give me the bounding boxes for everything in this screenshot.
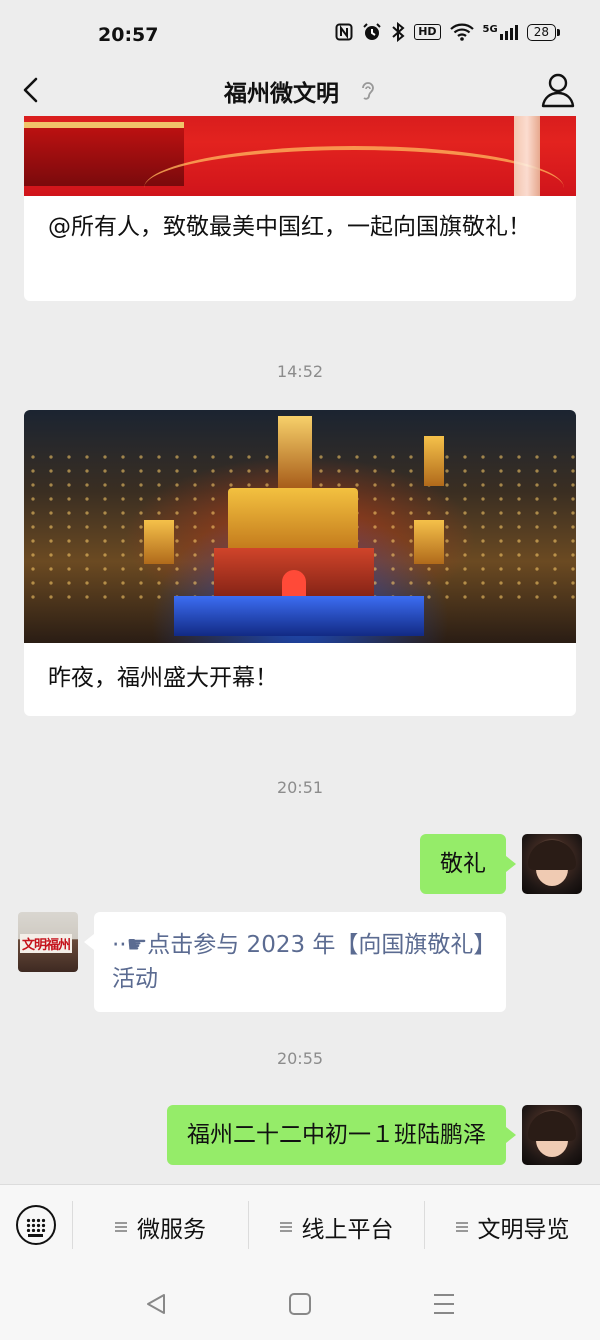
my-avatar[interactable] [522, 834, 582, 894]
article-card-1-title: @所有人，致敬最美中国红，一起向国旗敬礼！ [48, 214, 531, 240]
official-reply-link[interactable]: 点击参与 2023 年【向国旗敬礼】活动 [112, 932, 485, 992]
official-reply-bubble[interactable]: ··☛点击参与 2023 年【向国旗敬礼】活动 [84, 912, 506, 1012]
signal-5g-icon: 5G [483, 24, 518, 40]
status-time: 20:57 [98, 24, 159, 46]
chat-title: 福州微文明 [223, 81, 339, 107]
keyboard-icon[interactable] [16, 1205, 56, 1245]
official-account-menu: 微服务 线上平台 文明导览 [0, 1184, 600, 1269]
wifi-icon [449, 23, 474, 41]
menu-lines-icon [279, 1221, 292, 1233]
menu-lines-icon [115, 1221, 127, 1233]
battery-indicator: 28 [526, 23, 561, 41]
pointing-hand-icon: ··☛ [112, 932, 148, 958]
recents-menu-icon[interactable] [430, 1290, 458, 1318]
official-avatar[interactable]: 文明福州 [18, 912, 78, 972]
status-bar: 20:57 HD 5G 28 [0, 0, 600, 66]
profile-icon[interactable] [538, 70, 578, 110]
earpiece-icon [362, 82, 374, 100]
timestamp-1: 14:52 [276, 362, 324, 381]
menu-item-services[interactable]: 微服务 [73, 1185, 248, 1269]
my-message-bubble[interactable]: 敬礼 [420, 834, 516, 894]
official-avatar-sign: 文明福州 [20, 934, 73, 953]
article-card-2-title: 昨夜，福州盛大开幕！ [48, 665, 278, 691]
status-icons: HD 5G 28 [335, 22, 561, 42]
chat-header: 福州微文明 [0, 66, 600, 116]
home-square-icon[interactable] [286, 1290, 314, 1318]
article-card-2[interactable]: 昨夜，福州盛大开幕！ [24, 410, 576, 716]
menu-lines-icon [455, 1221, 468, 1233]
my-message-bubble-2[interactable]: 福州二十二中初一１班陆鹏泽 [167, 1105, 516, 1165]
bluetooth-icon [392, 22, 405, 42]
system-navigation-bar [0, 1268, 600, 1340]
my-avatar-2[interactable] [522, 1105, 582, 1165]
timestamp-3: 20:55 [276, 1049, 324, 1068]
timestamp-2: 20:51 [276, 778, 324, 797]
article-card-1[interactable]: @所有人，致敬最美中国红，一起向国旗敬礼！ [24, 116, 576, 301]
alarm-icon [363, 23, 381, 40]
hd-icon: HD [414, 24, 441, 40]
nfc-icon [335, 23, 353, 41]
article-banner-image [24, 116, 576, 196]
back-triangle-icon[interactable] [143, 1290, 171, 1318]
menu-item-civilization-guide[interactable]: 文明导览 [425, 1185, 600, 1269]
menu-item-online-platform[interactable]: 线上平台 [249, 1185, 424, 1269]
article-night-image [24, 410, 576, 643]
chat-area[interactable]: @所有人，致敬最美中国红，一起向国旗敬礼！ 14:52 昨夜，福州盛大开幕！ 2… [0, 116, 600, 1184]
